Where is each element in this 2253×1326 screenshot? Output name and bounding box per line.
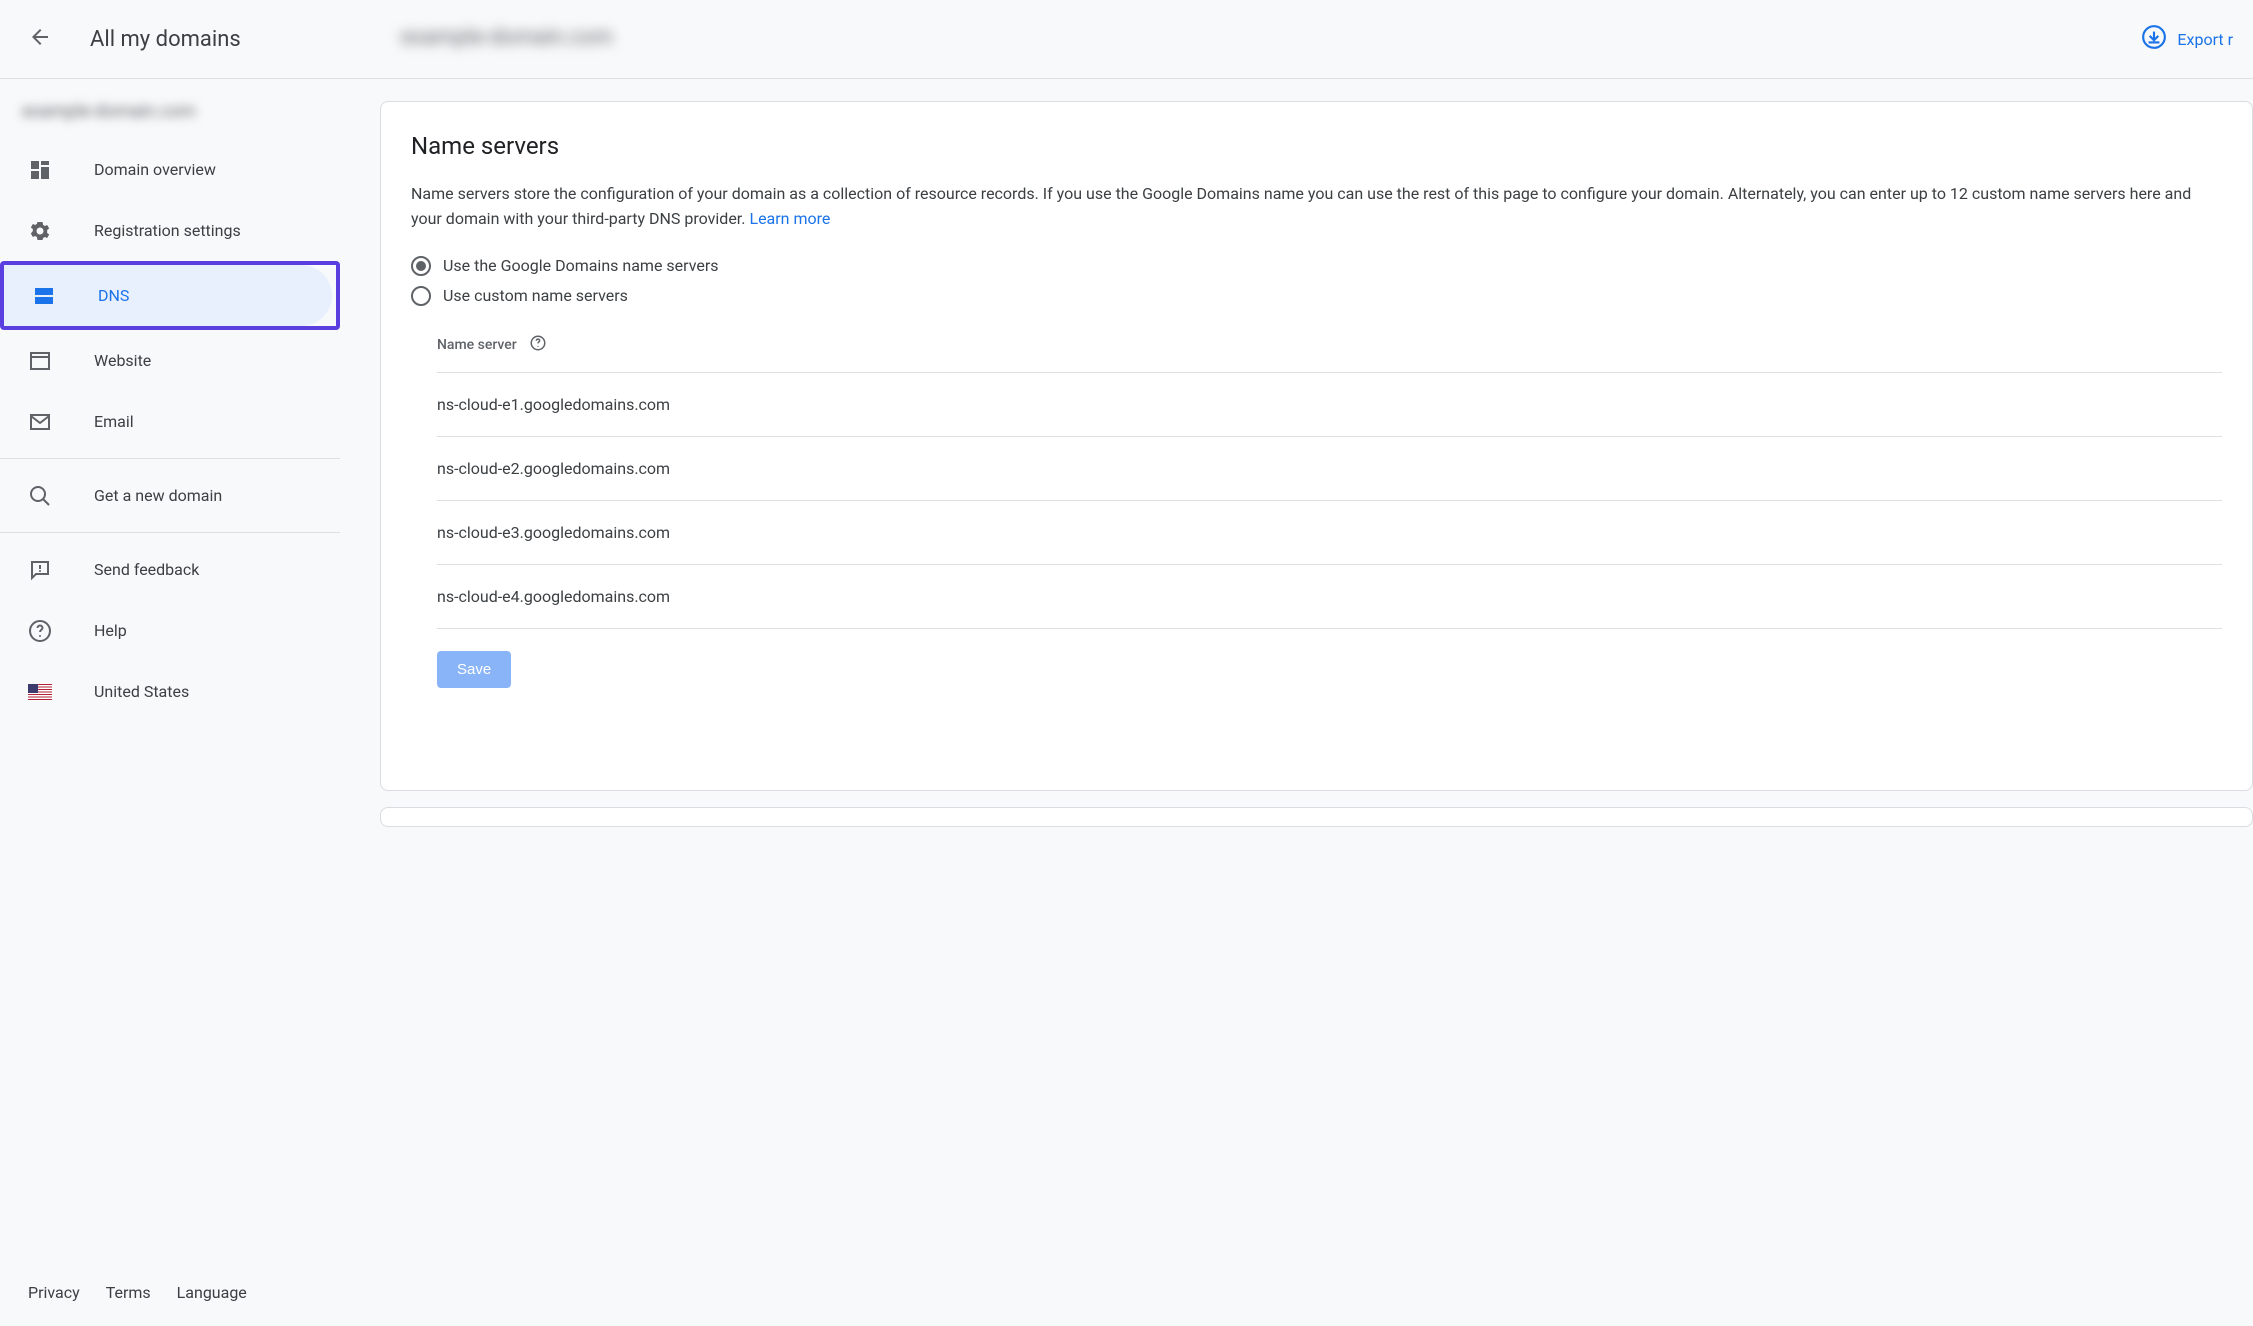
- card-title: Name servers: [411, 132, 2222, 160]
- sidebar-item-website[interactable]: Website: [0, 330, 336, 391]
- help-icon: [28, 619, 52, 643]
- sidebar-item-label: Get a new domain: [94, 486, 222, 505]
- learn-more-link[interactable]: Learn more: [749, 209, 830, 228]
- sidebar-item-label: United States: [94, 682, 189, 701]
- sidebar-item-registration-settings[interactable]: Registration settings: [0, 200, 336, 261]
- sidebar-item-label: Website: [94, 351, 151, 370]
- email-icon: [28, 410, 52, 434]
- card-description: Name servers store the configuration of …: [411, 182, 2222, 232]
- sidebar-item-send-feedback[interactable]: Send feedback: [0, 539, 336, 600]
- breadcrumb-all-domains[interactable]: All my domains: [90, 27, 241, 52]
- back-button[interactable]: [20, 19, 60, 59]
- main-content: Name servers Name servers store the conf…: [340, 79, 2253, 1326]
- name-server-radio-group: Use the Google Domains name servers Use …: [411, 256, 2222, 306]
- radio-label: Use custom name servers: [443, 286, 628, 305]
- dashboard-icon: [28, 158, 52, 182]
- table-header-row: Name server: [437, 334, 2222, 373]
- download-circle-icon: [2141, 24, 2167, 54]
- radio-label: Use the Google Domains name servers: [443, 256, 719, 275]
- save-button[interactable]: Save: [437, 651, 511, 688]
- export-button[interactable]: Export r: [2141, 24, 2233, 54]
- name-server-table: Name server ns-cloud-e1.googledomains.co…: [411, 334, 2222, 688]
- sidebar-item-label: Email: [94, 412, 134, 431]
- radio-option-google-ns[interactable]: Use the Google Domains name servers: [411, 256, 2222, 276]
- feedback-icon: [28, 558, 52, 582]
- radio-input-checked[interactable]: [411, 256, 431, 276]
- sidebar-item-label: Domain overview: [94, 160, 216, 179]
- sidebar-footer: Privacy Terms Language: [0, 1283, 340, 1326]
- sidebar-item-label: Send feedback: [94, 560, 199, 579]
- footer-privacy-link[interactable]: Privacy: [28, 1283, 80, 1302]
- us-flag-icon: [28, 680, 52, 704]
- name-server-row: ns-cloud-e2.googledomains.com: [437, 437, 2222, 501]
- top-bar: All my domains example-domain.com Export…: [0, 0, 2253, 79]
- sidebar-item-email[interactable]: Email: [0, 391, 336, 452]
- header-domain-name: example-domain.com: [401, 25, 631, 53]
- name-server-row: ns-cloud-e1.googledomains.com: [437, 373, 2222, 437]
- help-tooltip-icon[interactable]: [529, 334, 547, 356]
- sidebar-item-label: DNS: [98, 286, 129, 305]
- footer-language-link[interactable]: Language: [177, 1283, 247, 1302]
- card-description-text: Name servers store the configuration of …: [411, 184, 2191, 228]
- radio-input-unchecked[interactable]: [411, 286, 431, 306]
- next-card-peek: [380, 807, 2253, 827]
- sidebar-item-label: Help: [94, 621, 127, 640]
- dns-icon: [32, 284, 56, 308]
- arrow-left-icon: [28, 25, 52, 53]
- footer-terms-link[interactable]: Terms: [106, 1283, 151, 1302]
- sidebar-item-get-new-domain[interactable]: Get a new domain: [0, 465, 336, 526]
- sidebar-item-dns[interactable]: DNS: [4, 265, 332, 326]
- radio-option-custom-ns[interactable]: Use custom name servers: [411, 286, 2222, 306]
- sidebar: example-domain.com Domain overview Regis…: [0, 79, 340, 1326]
- table-header-label: Name server: [437, 337, 517, 353]
- sidebar-item-help[interactable]: Help: [0, 600, 336, 661]
- sidebar-domain-name: example-domain.com: [22, 101, 232, 123]
- gear-icon: [28, 219, 52, 243]
- name-servers-card: Name servers Name servers store the conf…: [380, 101, 2253, 791]
- name-server-row: ns-cloud-e4.googledomains.com: [437, 565, 2222, 629]
- website-icon: [28, 349, 52, 373]
- export-label: Export r: [2177, 30, 2233, 49]
- name-server-row: ns-cloud-e3.googledomains.com: [437, 501, 2222, 565]
- sidebar-item-region[interactable]: United States: [0, 661, 336, 722]
- sidebar-item-label: Registration settings: [94, 221, 241, 240]
- search-icon: [28, 484, 52, 508]
- sidebar-item-domain-overview[interactable]: Domain overview: [0, 139, 336, 200]
